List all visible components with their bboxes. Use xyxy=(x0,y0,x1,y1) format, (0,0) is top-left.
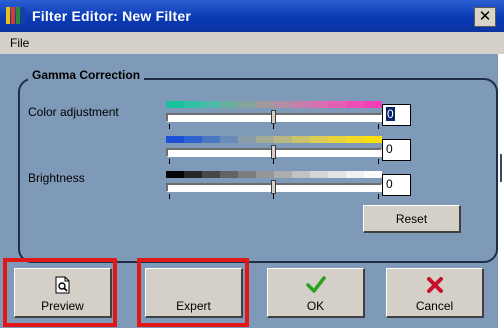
cancel-button[interactable]: Cancel xyxy=(386,268,484,318)
gamma-correction-label: Gamma Correction xyxy=(28,68,145,82)
slider-tick xyxy=(169,159,170,164)
color-swatch-blue-yellow xyxy=(166,136,382,143)
close-button[interactable]: ✕ xyxy=(474,7,496,27)
dialog-body: Gamma Correction Color adjustment Bright… xyxy=(0,54,504,328)
brightness-label: Brightness xyxy=(28,171,85,185)
slider-tick xyxy=(169,124,170,129)
close-icon: ✕ xyxy=(478,8,492,25)
brightness-slider-thumb[interactable] xyxy=(271,180,276,194)
edge-marker xyxy=(500,154,502,182)
menu-bar: File xyxy=(0,32,504,54)
red-x-icon xyxy=(426,277,443,293)
ok-label: OK xyxy=(306,299,325,313)
cancel-label: Cancel xyxy=(415,299,454,313)
slider-tick xyxy=(273,194,274,199)
slider-tick xyxy=(378,124,379,129)
color-slider-2-value[interactable]: 0 xyxy=(382,139,411,161)
window-title: Filter Editor: New Filter xyxy=(32,8,192,24)
green-check-icon xyxy=(305,276,326,293)
highlight-expert xyxy=(137,258,249,327)
color-slider-1-value[interactable]: 0 xyxy=(382,104,411,126)
right-edge xyxy=(498,54,504,328)
color-slider-2-thumb[interactable] xyxy=(271,145,276,159)
ok-button[interactable]: OK xyxy=(267,268,365,318)
title-bar[interactable]: Filter Editor: New Filter ✕ xyxy=(0,0,504,32)
menu-file[interactable]: File xyxy=(10,36,29,50)
color-adjustment-label: Color adjustment xyxy=(28,105,119,119)
color-swatch-cyan-magenta xyxy=(166,101,382,108)
highlight-preview xyxy=(3,258,117,327)
slider-tick xyxy=(273,124,274,129)
slider-tick xyxy=(169,194,170,199)
slider-tick xyxy=(378,159,379,164)
brightness-swatch xyxy=(166,171,382,178)
filter-app-icon xyxy=(6,7,25,24)
brightness-slider-value[interactable]: 0 xyxy=(382,174,411,196)
reset-button[interactable]: Reset xyxy=(363,205,461,233)
slider-tick xyxy=(378,194,379,199)
color-slider-1-thumb[interactable] xyxy=(271,110,276,124)
slider-tick xyxy=(273,159,274,164)
